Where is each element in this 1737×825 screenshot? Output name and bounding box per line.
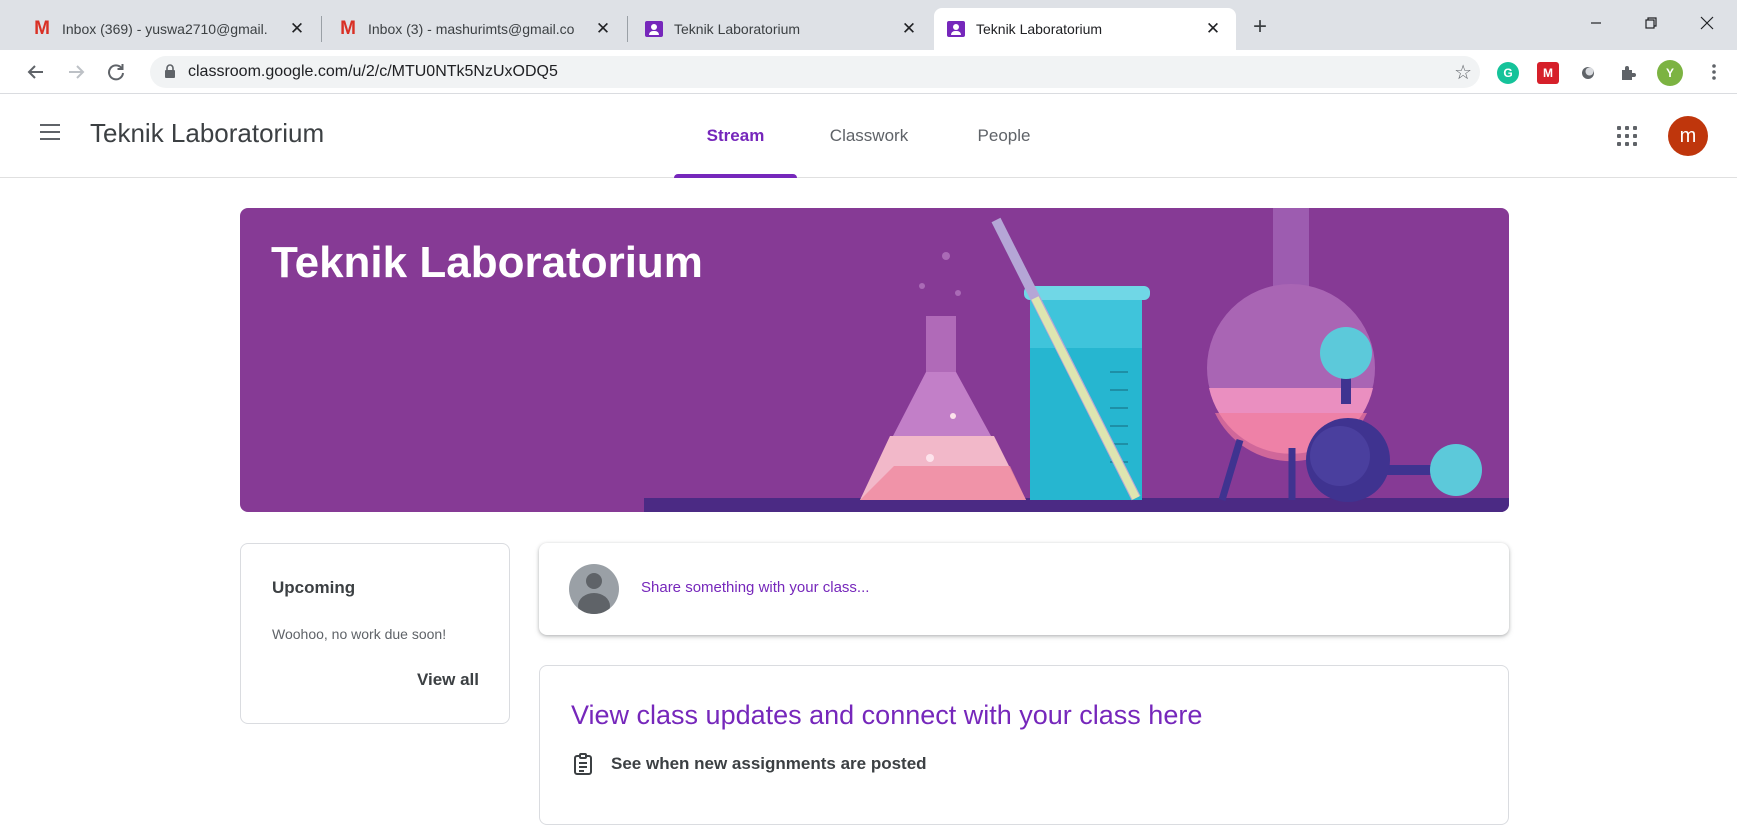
circle-extension-icon[interactable]: [1577, 62, 1599, 84]
close-tab-icon[interactable]: ✕: [592, 18, 614, 40]
profile-avatar[interactable]: Y: [1657, 60, 1683, 86]
grammarly-icon[interactable]: G: [1497, 62, 1519, 84]
upcoming-empty-text: Woohoo, no work due soon!: [272, 626, 447, 642]
main-menu-icon[interactable]: [40, 124, 60, 140]
upcoming-title: Upcoming: [272, 578, 356, 597]
updates-heading: View class updates and connect with your…: [571, 700, 1203, 730]
list-item: See when new assignments are posted: [571, 752, 927, 776]
browser-tab-strip: M Inbox (369) - yuswa2710@gmail. ✕ M Inb…: [0, 0, 1737, 50]
reload-icon[interactable]: [102, 58, 130, 86]
tab-title: Teknik Laboratorium: [976, 21, 1103, 37]
user-avatar: [569, 564, 619, 614]
mendeley-icon[interactable]: M: [1537, 62, 1559, 84]
classroom-icon: [644, 19, 664, 39]
close-tab-icon[interactable]: ✕: [286, 18, 308, 40]
bookmark-star-icon[interactable]: ☆: [1454, 60, 1472, 85]
tab-divider: [321, 16, 322, 42]
close-tab-icon[interactable]: ✕: [898, 18, 920, 40]
tab-classwork[interactable]: Classwork: [814, 94, 924, 177]
browser-menu-icon[interactable]: [1700, 58, 1728, 86]
puzzle-icon[interactable]: [1617, 62, 1639, 84]
browser-tab-classroom-active[interactable]: Teknik Laboratorium ✕: [934, 8, 1236, 50]
close-tab-icon[interactable]: ✕: [1202, 18, 1224, 40]
classroom-icon: [946, 19, 966, 39]
lock-icon: [164, 64, 176, 84]
gmail-icon: M: [340, 18, 356, 39]
assignment-icon: [571, 752, 595, 776]
class-title[interactable]: Teknik Laboratorium: [90, 118, 324, 149]
tab-stream[interactable]: Stream: [674, 94, 797, 178]
browser-toolbar: classroom.google.com/u/2/c/MTU0NTk5NzUxO…: [0, 50, 1737, 94]
view-all-link[interactable]: View all: [417, 670, 479, 690]
browser-tab-classroom-1[interactable]: Teknik Laboratorium ✕: [632, 8, 932, 50]
gmail-icon: M: [34, 18, 50, 39]
tab-title: Teknik Laboratorium: [674, 21, 801, 37]
tab-divider: [627, 16, 628, 42]
tab-title: Inbox (369) - yuswa2710@gmail.: [62, 21, 268, 37]
minimize-window-icon[interactable]: [1573, 8, 1619, 38]
share-prompt[interactable]: Share something with your class...: [641, 579, 869, 596]
restore-window-icon[interactable]: [1628, 8, 1674, 38]
tab-people[interactable]: People: [960, 94, 1048, 177]
account-avatar[interactable]: m: [1668, 116, 1708, 156]
back-arrow-icon[interactable]: [22, 58, 50, 86]
google-apps-icon[interactable]: [1615, 124, 1639, 148]
banner-title[interactable]: Teknik Laboratorium: [271, 238, 703, 288]
updates-item-text: See when new assignments are posted: [611, 754, 927, 773]
share-box[interactable]: Share something with your class...: [539, 543, 1509, 635]
class-banner: Teknik Laboratorium: [240, 208, 1509, 512]
new-tab-button[interactable]: +: [1246, 14, 1274, 42]
address-bar[interactable]: classroom.google.com/u/2/c/MTU0NTk5NzUxO…: [150, 56, 1480, 88]
classroom-header: Teknik Laboratorium Stream Classwork Peo…: [0, 94, 1737, 178]
browser-tab-gmail-2[interactable]: M Inbox (3) - mashurimts@gmail.co ✕: [326, 8, 626, 50]
browser-tab-gmail-1[interactable]: M Inbox (369) - yuswa2710@gmail. ✕: [20, 8, 320, 50]
upcoming-card: Upcoming Woohoo, no work due soon! View …: [240, 543, 510, 724]
url-text: classroom.google.com/u/2/c/MTU0NTk5NzUxO…: [188, 63, 558, 80]
forward-arrow-icon[interactable]: [62, 58, 90, 86]
class-updates-card: View class updates and connect with your…: [539, 665, 1509, 825]
tab-title: Inbox (3) - mashurimts@gmail.co: [368, 21, 575, 37]
close-window-icon[interactable]: [1684, 8, 1730, 38]
